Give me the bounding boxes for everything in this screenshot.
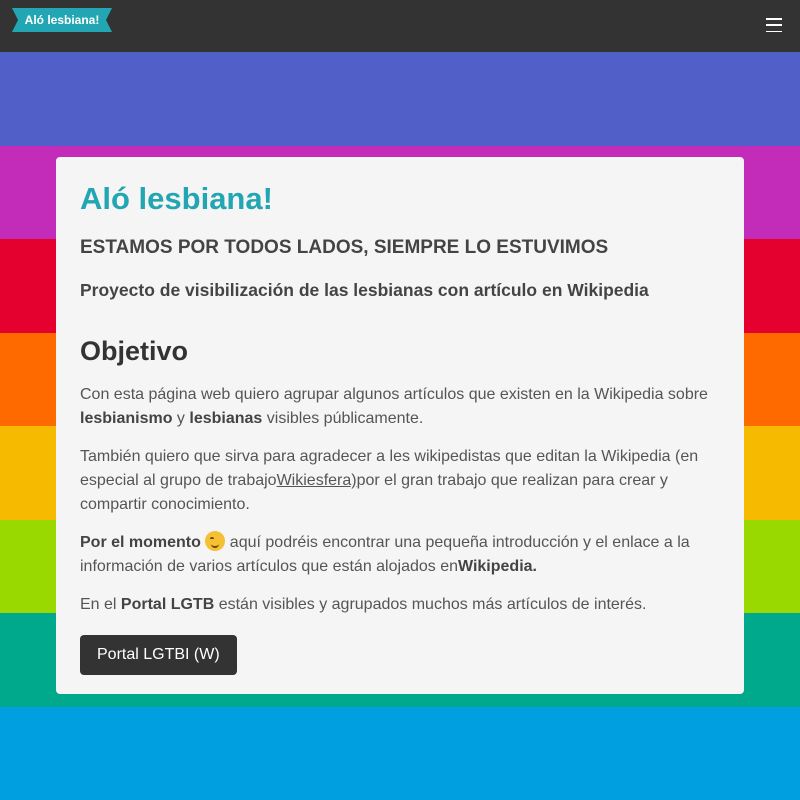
top-navbar: Aló lesbiana! [0,0,800,52]
bold-text: Wikipedia. [458,558,537,575]
text: Con esta página web quiero agrupar algun… [80,386,708,403]
intro-card: Aló lesbiana! ESTAMOS POR TODOS LADOS, S… [56,157,744,694]
text: En el [80,596,121,613]
section-heading: Objetivo [80,336,189,366]
bold-text: Por el momento [80,534,201,551]
text: visibles públicamente. [262,410,424,427]
page-title: Aló lesbiana! [80,181,273,216]
page-tagline: Proyecto de visibilización de las lesbia… [80,280,649,300]
hamburger-menu-icon[interactable] [766,18,782,32]
bold-text: lesbianas [189,410,263,427]
bold-text: lesbianismo [80,410,173,427]
winking-face-icon [205,531,226,551]
page-subtitle: ESTAMOS POR TODOS LADOS, SIEMPRE LO ESTU… [80,237,609,258]
paragraph-thanks: También quiero que sirva para agradecer … [80,445,720,517]
site-logo[interactable]: Aló lesbiana! [12,8,112,32]
paragraph-portal: En el Portal LGTB están visibles y agrup… [80,593,720,617]
paragraph-objective: Con esta página web quiero agrupar algun… [80,383,720,431]
text: están visibles y agrupados muchos más ar… [214,596,647,613]
stripe-8 [0,707,800,800]
bold-text: Portal LGTB [120,596,215,613]
paragraph-content: Por el momento aquí podréis encontrar un… [80,531,720,579]
portal-lgtbi-button[interactable]: Portal LGTBI (W) [80,635,237,675]
stripe-1 [0,52,800,146]
wikiesfera-link[interactable]: Wikiesfera) [277,472,357,489]
text: y [172,410,190,427]
